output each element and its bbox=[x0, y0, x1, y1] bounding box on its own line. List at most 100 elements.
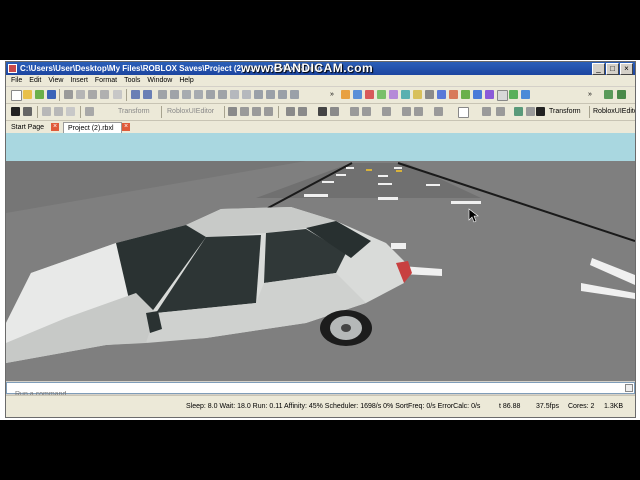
drop-icon[interactable] bbox=[206, 90, 215, 99]
properties-icon[interactable] bbox=[365, 90, 374, 99]
menu-format[interactable]: Format bbox=[95, 77, 117, 84]
pan-icon[interactable] bbox=[278, 90, 287, 99]
document-tabs: Start Page × Project (2).rbxl × bbox=[6, 121, 635, 133]
open-icon[interactable] bbox=[23, 90, 32, 99]
tools-toolbar: Transform RobloxUIEditor Transform Roblo… bbox=[6, 104, 635, 121]
select-cursor-icon[interactable] bbox=[11, 107, 20, 116]
minimize-button[interactable]: _ bbox=[592, 63, 605, 75]
play-icon[interactable] bbox=[617, 90, 626, 99]
play-solo-icon[interactable] bbox=[218, 90, 227, 99]
cursor-icon[interactable] bbox=[536, 107, 545, 116]
menu-edit[interactable]: Edit bbox=[29, 77, 41, 84]
menu-tools[interactable]: Tools bbox=[124, 77, 140, 84]
surface-icon[interactable] bbox=[497, 90, 508, 101]
snap-icon[interactable] bbox=[350, 107, 359, 116]
menu-file[interactable]: File bbox=[11, 77, 22, 84]
new-icon[interactable] bbox=[11, 90, 22, 101]
delete-icon[interactable] bbox=[100, 90, 109, 99]
hinge-icon[interactable] bbox=[286, 107, 295, 116]
stop-icon[interactable] bbox=[434, 107, 443, 116]
menu-window[interactable]: Window bbox=[147, 77, 172, 84]
script-icon[interactable] bbox=[401, 90, 410, 99]
ui-editor-label[interactable]: RobloxUIEditor bbox=[167, 104, 214, 120]
transform-label-right[interactable]: Transform bbox=[549, 104, 581, 120]
camera-icon[interactable] bbox=[254, 90, 263, 99]
image-icon[interactable] bbox=[514, 107, 523, 116]
grid-icon[interactable] bbox=[362, 107, 371, 116]
cut-icon[interactable] bbox=[64, 90, 73, 99]
separate-icon[interactable] bbox=[264, 107, 273, 116]
tab-project[interactable]: Project (2).rbxl bbox=[63, 122, 122, 133]
lock-icon[interactable] bbox=[194, 90, 203, 99]
app-icon bbox=[8, 64, 17, 73]
union-icon[interactable] bbox=[240, 107, 249, 116]
terrain-icon[interactable] bbox=[437, 90, 446, 99]
3d-viewport[interactable] bbox=[6, 133, 635, 381]
title-bar[interactable]: C:\Users\User\Desktop\My Files\ROBLOX Sa… bbox=[6, 62, 635, 75]
output-icon[interactable] bbox=[389, 90, 398, 99]
menu-view[interactable]: View bbox=[48, 77, 63, 84]
command-dropdown-icon[interactable] bbox=[625, 384, 633, 392]
refresh-icon[interactable] bbox=[35, 90, 44, 99]
group-icon[interactable] bbox=[158, 90, 167, 99]
toolbox-icon[interactable] bbox=[377, 90, 386, 99]
zoom-icon[interactable] bbox=[266, 90, 275, 99]
insert-part-icon[interactable] bbox=[341, 90, 350, 99]
toolbar-overflow[interactable]: » bbox=[330, 87, 334, 103]
recorder-watermark: www.BANDICAM.com bbox=[241, 61, 374, 75]
axis-icon[interactable] bbox=[66, 107, 75, 116]
plugin-icon[interactable] bbox=[509, 90, 518, 99]
menu-help[interactable]: Help bbox=[179, 77, 193, 84]
status-time: t 86.88 bbox=[499, 403, 521, 410]
search-icon[interactable] bbox=[482, 107, 491, 116]
warning-icon[interactable] bbox=[318, 107, 327, 116]
stats-icon[interactable] bbox=[521, 90, 530, 99]
status-memory: 1.3KB bbox=[604, 403, 624, 410]
increment-icon[interactable] bbox=[402, 107, 411, 116]
arrow-left-icon[interactable] bbox=[382, 107, 391, 116]
move-icon[interactable] bbox=[23, 107, 32, 116]
link-icon[interactable] bbox=[496, 107, 505, 116]
save-icon[interactable] bbox=[47, 90, 56, 99]
anchor-icon[interactable] bbox=[182, 90, 191, 99]
run-icon[interactable] bbox=[604, 90, 613, 99]
menu-insert[interactable]: Insert bbox=[70, 77, 88, 84]
toolbar-overflow-2[interactable]: » bbox=[588, 87, 592, 103]
ungroup-icon[interactable] bbox=[170, 90, 179, 99]
paste-icon[interactable] bbox=[88, 90, 97, 99]
menu-bar: File Edit View Insert Format Tools Window Help bbox=[6, 75, 635, 86]
dropdown-icon[interactable] bbox=[526, 107, 535, 116]
copy-icon[interactable] bbox=[76, 90, 85, 99]
blank-icon[interactable] bbox=[458, 107, 469, 118]
look-icon[interactable] bbox=[290, 90, 299, 99]
tab-project-close-icon[interactable]: × bbox=[122, 123, 130, 131]
tilt-icon[interactable] bbox=[242, 90, 251, 99]
explorer-icon[interactable] bbox=[353, 90, 362, 99]
tab-start-page-close-icon[interactable]: × bbox=[51, 123, 59, 131]
material-icon[interactable] bbox=[473, 90, 482, 99]
video-letterbox-bottom bbox=[0, 420, 640, 480]
transform-label[interactable]: Transform bbox=[118, 104, 150, 120]
redo-icon[interactable] bbox=[143, 90, 152, 99]
close-button[interactable]: × bbox=[620, 63, 633, 75]
settings-icon[interactable] bbox=[413, 90, 422, 99]
undo-icon[interactable] bbox=[131, 90, 140, 99]
brick-icon[interactable] bbox=[85, 107, 94, 116]
ui-editor-label-right[interactable]: RobloxUIEditor bbox=[593, 104, 635, 120]
weld-icon[interactable] bbox=[330, 107, 339, 116]
command-icon[interactable] bbox=[425, 90, 434, 99]
motor-icon[interactable] bbox=[298, 107, 307, 116]
resize-icon[interactable] bbox=[54, 107, 63, 116]
model-icon[interactable] bbox=[228, 107, 237, 116]
scale-icon[interactable] bbox=[461, 90, 470, 99]
rotate-icon[interactable] bbox=[230, 90, 239, 99]
team-icon[interactable] bbox=[449, 90, 458, 99]
negate-icon[interactable] bbox=[252, 107, 261, 116]
duplicate-icon[interactable] bbox=[113, 90, 122, 99]
drag-icon[interactable] bbox=[42, 107, 51, 116]
color-icon[interactable] bbox=[485, 90, 494, 99]
tab-start-page[interactable]: Start Page bbox=[7, 122, 48, 133]
maximize-button[interactable]: □ bbox=[606, 63, 619, 75]
status-cores: Cores: 2 bbox=[568, 403, 595, 410]
collision-icon[interactable] bbox=[414, 107, 423, 116]
